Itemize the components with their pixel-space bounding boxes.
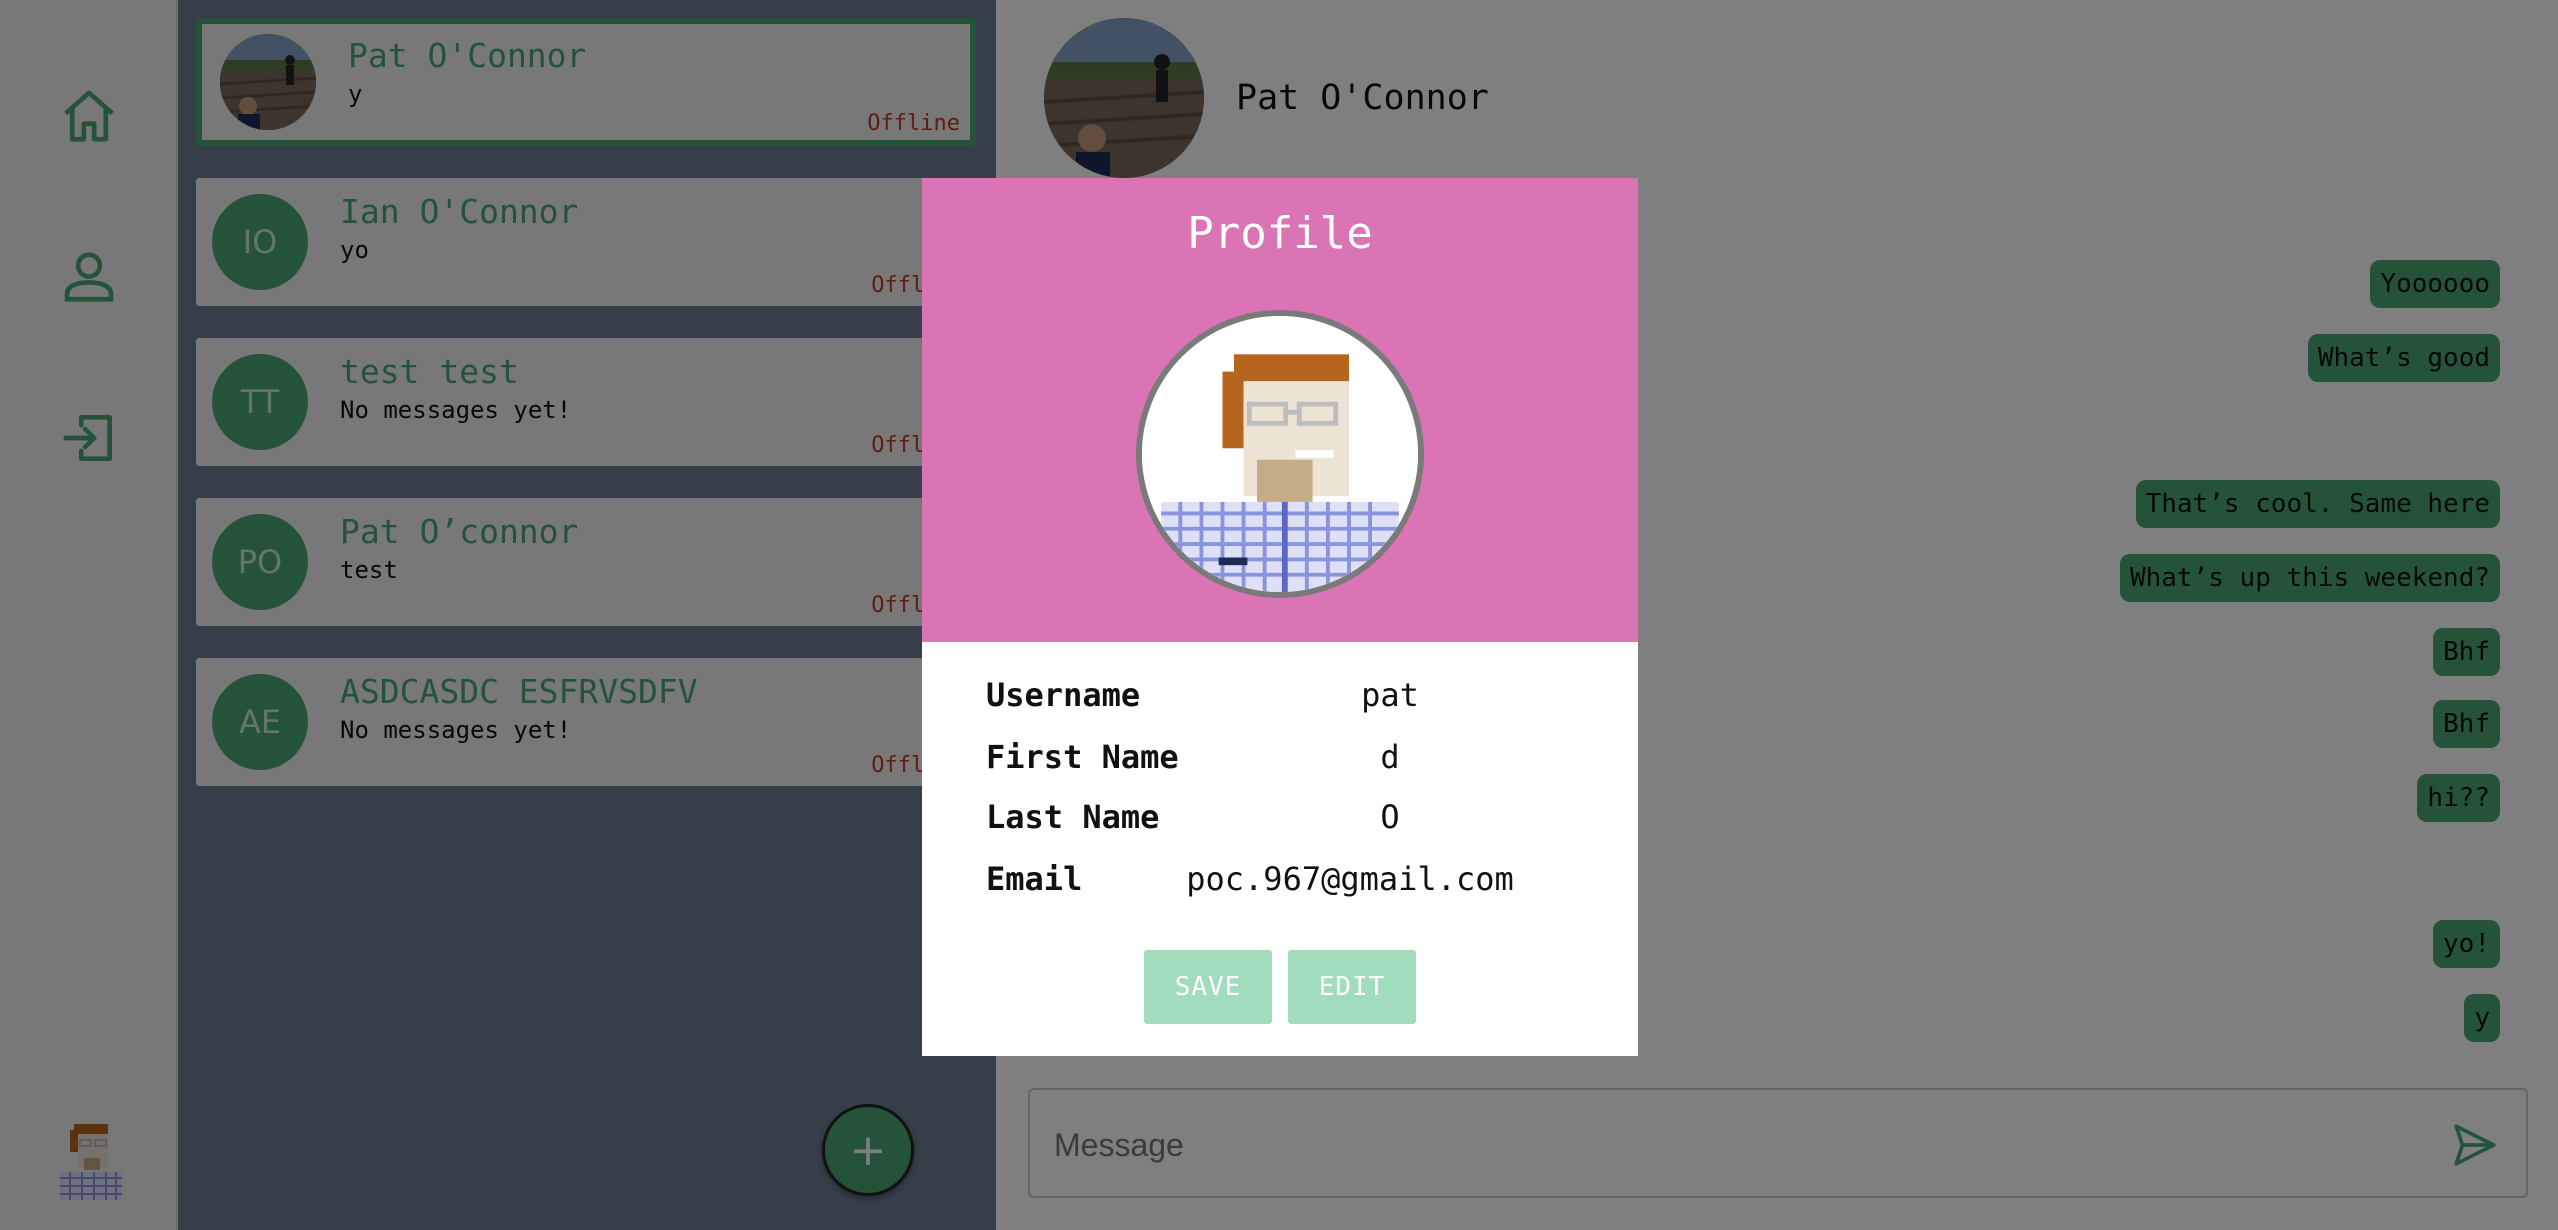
last-name-label: Last Name: [986, 798, 1160, 836]
email-value: poc.967@gmail.com: [1186, 860, 1514, 898]
save-button[interactable]: SAVE: [1144, 950, 1272, 1024]
email-label: Email: [986, 860, 1083, 898]
username-label: Username: [986, 676, 1141, 714]
last-name-value: O: [1380, 798, 1400, 836]
profile-modal-header: Profile: [922, 178, 1638, 642]
edit-button[interactable]: EDIT: [1288, 950, 1416, 1024]
profile-avatar: [1136, 310, 1424, 598]
first-name-label: First Name: [986, 738, 1179, 776]
profile-modal-title: Profile: [1187, 208, 1373, 259]
profile-modal: Profile Username pat First Name d Last N…: [922, 178, 1638, 1056]
username-value: pat: [1361, 676, 1419, 714]
first-name-value: d: [1380, 738, 1400, 776]
